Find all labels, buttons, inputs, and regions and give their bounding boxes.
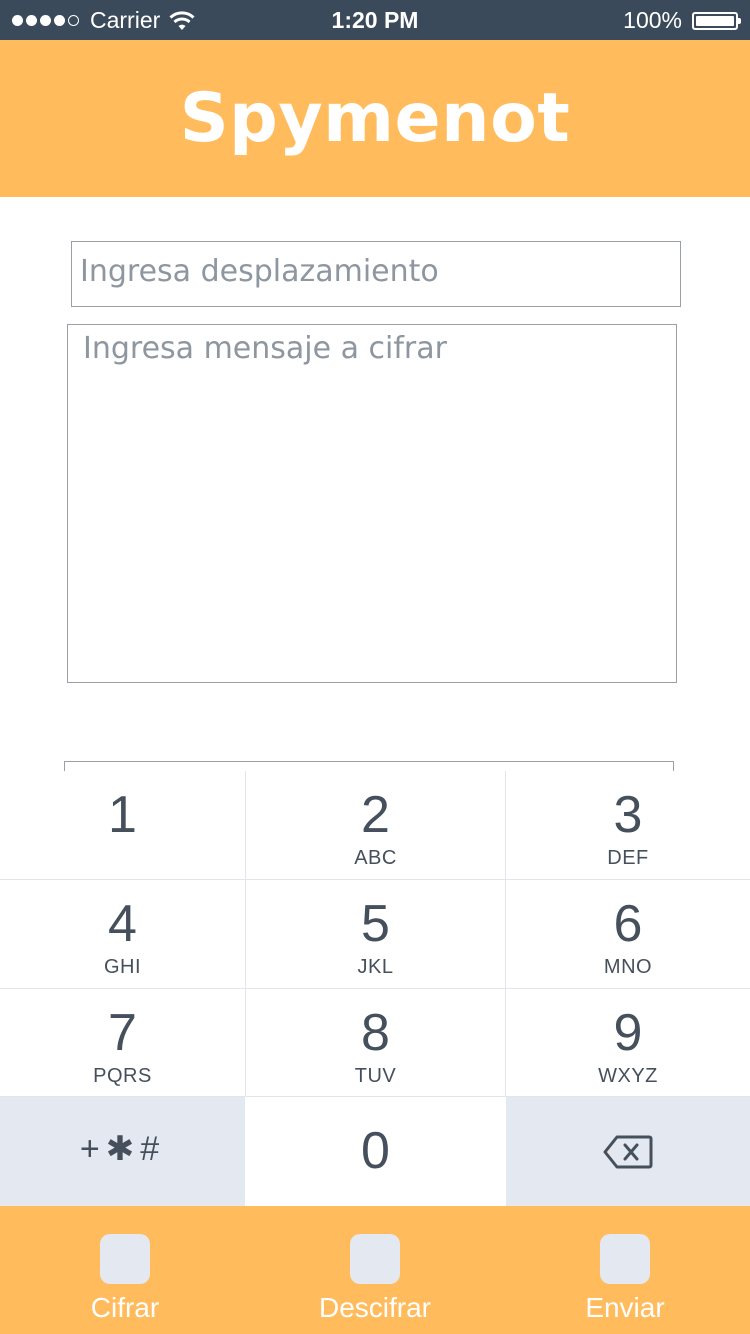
battery-icon <box>692 11 741 30</box>
message-textarea[interactable]: Ingresa mensaje a cifrar <box>67 324 677 683</box>
key-9[interactable]: 9 WXYZ <box>506 989 750 1096</box>
app-title: Spymenot <box>179 79 571 158</box>
battery-percentage: 100% <box>623 7 682 33</box>
app-header: Spymenot <box>0 40 750 197</box>
key-7[interactable]: 7 PQRS <box>0 989 245 1096</box>
symbols-key[interactable]: +✱# <box>0 1097 245 1206</box>
key-digit: 6 <box>613 895 643 953</box>
keypad-divider <box>0 879 750 880</box>
status-bar: Carrier 1:20 PM 100% <box>0 0 750 40</box>
key-2[interactable]: 2 ABC <box>246 771 505 879</box>
key-letters: MNO <box>603 956 653 978</box>
key-letters: GHI <box>103 956 142 978</box>
key-digit: 1 <box>108 786 137 844</box>
key-6[interactable]: 6 MNO <box>506 880 750 988</box>
key-3[interactable]: 3 DEF <box>506 771 750 879</box>
backspace-icon <box>603 1135 653 1169</box>
cifrar-icon <box>100 1234 150 1284</box>
key-letters: TUV <box>354 1065 397 1087</box>
key-4[interactable]: 4 GHI <box>0 880 245 988</box>
key-digit: 2 <box>361 786 390 844</box>
tab-descifrar[interactable]: Descifrar <box>250 1206 500 1334</box>
keypad-divider <box>0 1096 750 1097</box>
key-5[interactable]: 5 JKL <box>246 880 505 988</box>
key-0[interactable]: 0 <box>246 1097 505 1206</box>
keypad-divider <box>0 988 750 989</box>
enviar-icon <box>600 1234 650 1284</box>
symbols-label: +✱# <box>79 1130 166 1168</box>
tab-label: Descifrar <box>318 1292 431 1323</box>
descifrar-icon <box>350 1234 400 1284</box>
key-letters: WXYZ <box>598 1065 658 1087</box>
key-letters: ABC <box>354 847 397 869</box>
key-digit: 4 <box>108 895 137 953</box>
bottom-tab-bar: Cifrar Descifrar Enviar <box>0 1206 750 1334</box>
key-1[interactable]: 1 <box>0 771 245 879</box>
key-letters: PQRS <box>93 1065 152 1087</box>
key-8[interactable]: 8 TUV <box>246 989 505 1096</box>
tab-label: Cifrar <box>90 1292 160 1323</box>
status-right: 100% <box>623 7 741 34</box>
keypad-divider <box>245 771 246 1097</box>
key-digit: 3 <box>613 786 643 844</box>
key-digit: 5 <box>361 895 390 953</box>
numeric-keypad: 1 2 ABC 3 DEF 4 GHI 5 JKL 6 MNO 7 PQRS 8… <box>0 771 750 1206</box>
key-letters: DEF <box>607 847 649 869</box>
shift-input[interactable]: Ingresa desplazamiento <box>71 241 681 307</box>
backspace-key[interactable] <box>506 1097 750 1206</box>
keypad-divider <box>505 771 506 1097</box>
tab-label: Enviar <box>585 1292 665 1323</box>
key-digit: 7 <box>108 1004 137 1062</box>
key-letters: JKL <box>357 956 394 978</box>
key-digit: 0 <box>361 1122 390 1180</box>
tab-cifrar[interactable]: Cifrar <box>0 1206 250 1334</box>
tab-enviar[interactable]: Enviar <box>500 1206 750 1334</box>
key-digit: 9 <box>613 1004 643 1062</box>
key-digit: 8 <box>361 1004 390 1062</box>
